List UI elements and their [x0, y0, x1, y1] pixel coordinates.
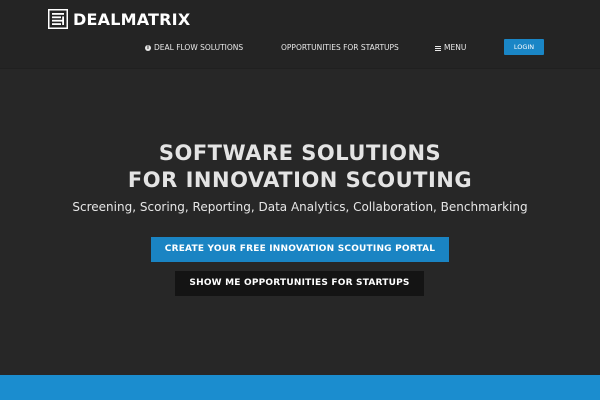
- logo-link[interactable]: DEALMATRIX: [48, 8, 190, 30]
- nav-menu-label: MENU: [444, 43, 467, 52]
- logo-mark-icon: [48, 9, 68, 29]
- nav-deal-flow-label: DEAL FLOW SOLUTIONS: [154, 43, 244, 52]
- hero-title-line-1: SOFTWARE SOLUTIONS: [158, 141, 442, 165]
- login-button[interactable]: LOGIN: [504, 39, 544, 55]
- info-circle-icon: i: [145, 45, 151, 51]
- blue-section-band: [0, 375, 600, 400]
- nav-menu[interactable]: MENU: [435, 40, 466, 56]
- hero-subtitle: Screening, Scoring, Reporting, Data Anal…: [72, 200, 528, 214]
- show-opportunities-button[interactable]: SHOW ME OPPORTUNITIES FOR STARTUPS: [175, 271, 424, 296]
- hamburger-icon: [435, 45, 441, 51]
- nav-opportunities-for-startups[interactable]: OPPORTUNITIES FOR STARTUPS: [281, 40, 399, 56]
- nav-deal-flow-solutions[interactable]: i DEAL FLOW SOLUTIONS: [145, 40, 243, 56]
- hero-title: SOFTWARE SOLUTIONS FOR INNOVATION SCOUTI…: [0, 140, 600, 194]
- logo-text: DEALMATRIX: [73, 9, 191, 29]
- landing-page: DEALMATRIX i DEAL FLOW SOLUTIONS OPPORTU…: [0, 0, 600, 400]
- hero-title-line-2: FOR INNOVATION SCOUTING: [127, 168, 473, 192]
- nav-opportunities-label: OPPORTUNITIES FOR STARTUPS: [281, 43, 399, 52]
- create-portal-button[interactable]: CREATE YOUR FREE INNOVATION SCOUTING POR…: [151, 237, 449, 262]
- site-header: DEALMATRIX i DEAL FLOW SOLUTIONS OPPORTU…: [0, 0, 600, 69]
